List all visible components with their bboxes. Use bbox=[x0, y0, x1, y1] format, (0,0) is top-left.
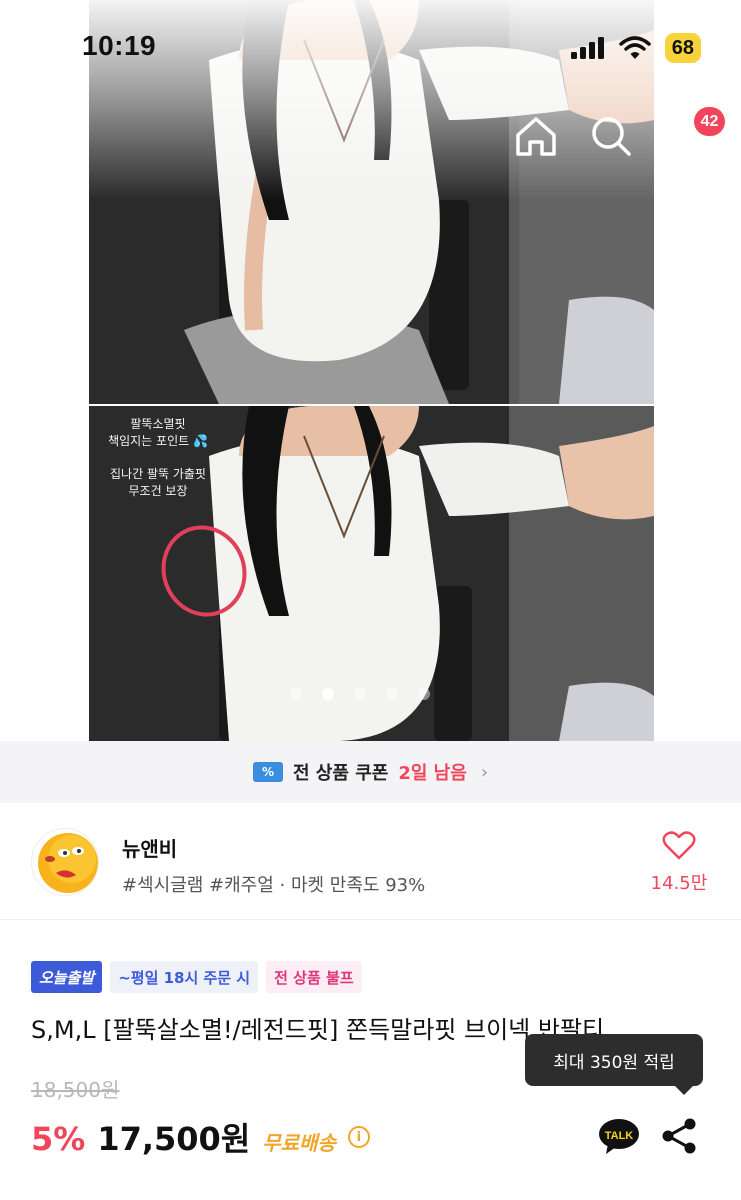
price-row: 5% 17,500원 무료배송 i bbox=[31, 1114, 370, 1160]
share-button[interactable] bbox=[660, 1117, 698, 1155]
coupon-banner[interactable]: % 전 상품 쿠폰 2일 남음 › bbox=[0, 741, 741, 803]
chevron-right-icon: › bbox=[480, 761, 489, 783]
product-title: S,M,L [팔뚝살소멸!/레전드핏] 쫀득말라핏 브이넥 반팔티 bbox=[31, 1016, 605, 1044]
tag-today-ship: 오늘출발 bbox=[31, 961, 103, 993]
discount-rate: 5% bbox=[31, 1120, 86, 1158]
coupon-text: 전 상품 쿠폰 bbox=[292, 763, 389, 784]
signal-icon bbox=[570, 37, 604, 59]
home-button[interactable] bbox=[512, 113, 560, 159]
shop-name[interactable]: 뉴앤비 bbox=[122, 833, 177, 862]
cart-count-badge: 42 bbox=[694, 107, 725, 136]
kakaotalk-button[interactable]: TALK bbox=[598, 1117, 640, 1155]
carousel-dot-active[interactable] bbox=[322, 688, 334, 700]
carousel-indicator bbox=[290, 688, 430, 700]
shop-logo bbox=[38, 833, 98, 893]
product-tags: 오늘출발 ~평일 18시 주문 시 전 상품 불프 bbox=[31, 961, 362, 993]
like-count: 14.5만 bbox=[650, 873, 708, 894]
share-icon bbox=[662, 1118, 696, 1154]
wifi-icon bbox=[619, 36, 651, 59]
like-button[interactable] bbox=[662, 831, 696, 865]
shop-avatar[interactable] bbox=[31, 828, 99, 896]
coupon-icon: % bbox=[252, 762, 283, 782]
tag-order-deadline: ~평일 18시 주문 시 bbox=[110, 961, 259, 993]
overlay-caption-1: 팔뚝소멸핏 책임지는 포인트 💦 bbox=[108, 417, 208, 448]
shop-meta: #섹시글램 #캐주얼 · 마켓 만족도 93% bbox=[122, 875, 426, 896]
kakaotalk-label: TALK bbox=[605, 1130, 634, 1142]
carousel-dot[interactable] bbox=[418, 688, 430, 700]
carousel-dot[interactable] bbox=[386, 688, 398, 700]
sale-price: 17,500원 bbox=[97, 1120, 251, 1158]
status-indicators: 68 bbox=[570, 33, 701, 63]
free-shipping-label: 무료배송 bbox=[262, 1131, 336, 1155]
home-icon bbox=[516, 117, 556, 156]
battery-indicator: 68 bbox=[664, 33, 701, 63]
original-price: 18,500원 bbox=[31, 1078, 120, 1102]
carousel-dot[interactable] bbox=[354, 688, 366, 700]
carousel-dot[interactable] bbox=[290, 688, 302, 700]
reward-tooltip: 최대 350원 적립 bbox=[525, 1034, 703, 1095]
shop-info[interactable]: 뉴앤비 #섹시글램 #캐주얼 · 마켓 만족도 93% 14.5만 bbox=[0, 803, 741, 920]
heart-icon bbox=[662, 831, 696, 860]
product-image-carousel[interactable]: 팔뚝소멸핏 책임지는 포인트 💦 집나간 팔뚝 가출핏 무조건 보장 bbox=[0, 0, 741, 741]
tag-event: 전 상품 불프 bbox=[266, 961, 362, 993]
search-icon bbox=[592, 117, 631, 156]
search-button[interactable] bbox=[588, 113, 634, 159]
status-time: 10:19 bbox=[82, 30, 157, 61]
overlay-caption-2: 집나간 팔뚝 가출핏 무조건 보장 bbox=[110, 467, 206, 498]
chevron-left-icon bbox=[36, 116, 56, 154]
info-icon[interactable]: i bbox=[347, 1126, 370, 1148]
kakaotalk-icon: TALK bbox=[599, 1119, 639, 1154]
coupon-remaining: 2일 남음 bbox=[398, 763, 467, 784]
back-button[interactable] bbox=[30, 115, 62, 155]
